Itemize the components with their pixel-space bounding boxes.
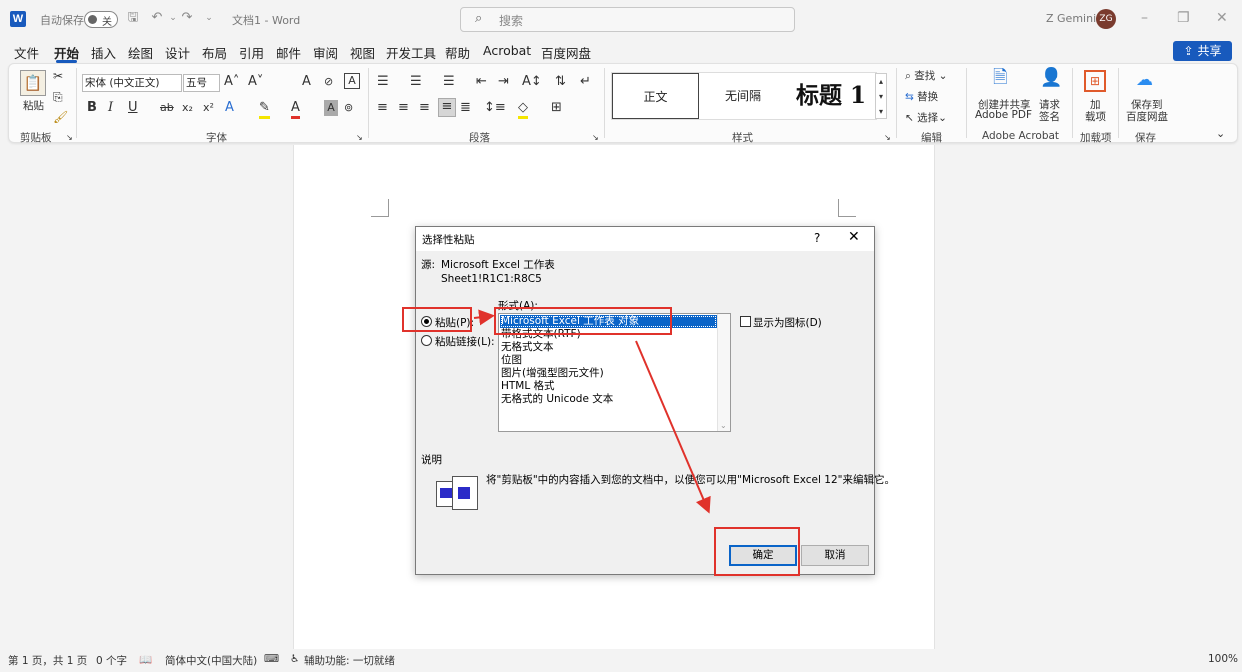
accessibility-status[interactable]: 辅助功能: 一切就绪 (304, 653, 395, 668)
arrow-to-format (473, 309, 495, 326)
zoom-level[interactable]: 100% (1208, 653, 1238, 665)
proofing-icon[interactable]: 📖 (139, 653, 152, 666)
arrow-to-ok (635, 340, 711, 514)
word-count[interactable]: 0 个字 (96, 653, 127, 668)
accessibility-icon[interactable]: ♿ (290, 653, 299, 665)
text-predictions-icon[interactable]: ⌨ (264, 653, 279, 665)
language[interactable]: 简体中文(中国大陆) (165, 653, 257, 668)
page-count[interactable]: 第 1 页，共 1 页 (8, 653, 87, 668)
annotation-arrows (473, 309, 711, 514)
